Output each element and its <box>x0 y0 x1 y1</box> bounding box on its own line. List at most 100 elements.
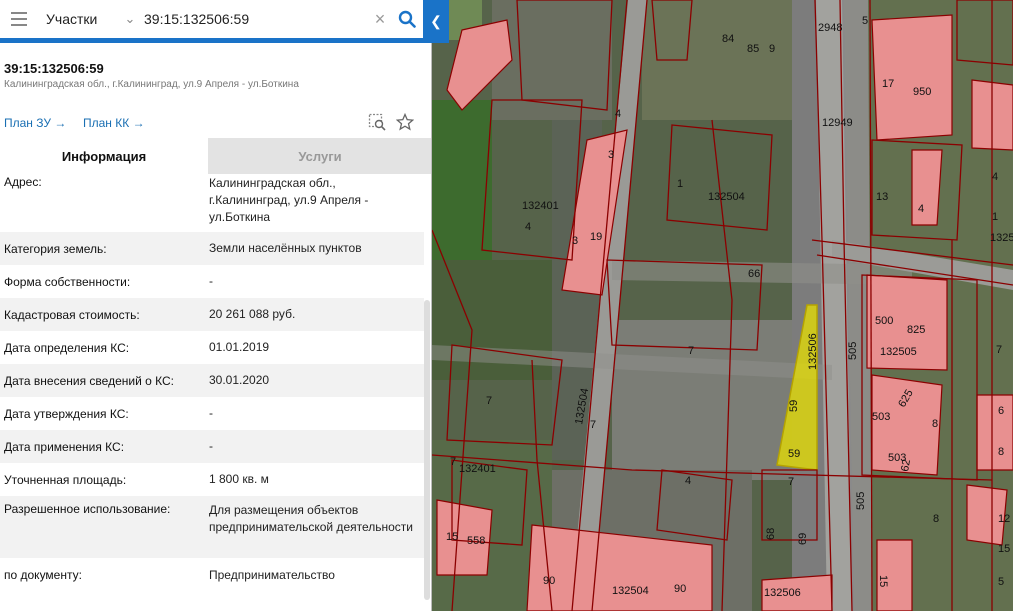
info-key: по документу: <box>4 568 82 582</box>
zoom-to-object-icon[interactable] <box>368 113 386 134</box>
info-row-by-document: по документу: Предпринимательство <box>0 558 424 592</box>
plan-zu-link[interactable]: План ЗУ → <box>4 116 66 130</box>
map-label: 66 <box>748 268 760 280</box>
search-underline <box>0 38 423 43</box>
tab-services[interactable]: Услуги <box>208 138 431 174</box>
info-key: Кадастровая стоимость: <box>4 307 140 322</box>
scrollbar[interactable] <box>424 300 430 600</box>
map-label: 59 <box>788 448 800 460</box>
info-row-application-date: Дата применения КС: - <box>0 430 424 463</box>
map-label: 132506 <box>807 333 819 370</box>
info-row-land-category: Категория земель: Земли населённых пункт… <box>0 232 424 265</box>
map-label: 5 <box>862 15 868 27</box>
map-label: 505 <box>847 342 859 360</box>
info-row-permitted-use: Разрешенное использование: Для размещени… <box>0 496 424 558</box>
info-value: Калининградская обл., г.Калининград, ул.… <box>209 176 369 224</box>
info-value: Для размещения объектов предпринимательс… <box>209 503 413 534</box>
map-label: 62 <box>899 458 913 472</box>
map-label: 950 <box>913 86 931 98</box>
map-label: 17 <box>882 78 894 90</box>
map-label: 132401 <box>522 200 559 212</box>
map-label: 7 <box>788 476 794 488</box>
info-key: Дата применения КС: <box>4 439 125 454</box>
map-label: 84 <box>722 33 734 45</box>
info-key: Категория земель: <box>4 241 107 256</box>
tool-icons <box>368 112 415 134</box>
info-key: Уточненная площадь: <box>4 472 127 487</box>
map-label: 825 <box>907 324 925 336</box>
info-value: 30.01.2020 <box>209 373 270 387</box>
map-label: 15 <box>877 575 889 587</box>
map-label: 13 <box>876 191 888 203</box>
info-row-entry-date: Дата внесения сведений о КС: 30.01.2020 <box>0 364 424 397</box>
search-bar: Участки ⌄ 39:15:132506:59 × <box>0 0 423 38</box>
map-canvas[interactable]: 2948 5 84 85 9 4 3 17 950 12949 1 132504… <box>432 0 1013 611</box>
info-value: Предпринимательство <box>209 567 335 582</box>
map-label: 500 <box>875 315 893 327</box>
info-row-approval-date: Дата утверждения КС: - <box>0 397 424 430</box>
info-row-area: Уточненная площадь: 1 800 кв. м <box>0 463 424 496</box>
map-label: 7 <box>688 345 694 357</box>
hamburger-menu-icon[interactable] <box>0 0 38 38</box>
cadastral-map[interactable]: 2948 5 84 85 9 4 3 17 950 12949 1 132504… <box>432 0 1013 611</box>
map-label: 90 <box>543 575 555 587</box>
map-label: 19 <box>590 231 602 243</box>
search-input[interactable]: 39:15:132506:59 <box>140 11 369 27</box>
map-label: 1325 <box>990 232 1013 244</box>
info-key: Дата определения КС: <box>4 340 130 355</box>
map-label: 3 <box>572 235 578 247</box>
layer-select[interactable]: Участки <box>38 11 120 27</box>
info-key: Адрес: <box>4 175 42 189</box>
map-label: 132504 <box>612 585 649 597</box>
map-label: 15 <box>998 543 1010 555</box>
info-value: 1 800 кв. м <box>209 472 269 486</box>
map-label: 4 <box>992 171 998 183</box>
map-label: 132506 <box>764 587 801 599</box>
map-label: 132505 <box>880 346 917 358</box>
map-label: 4 <box>525 221 531 233</box>
map-label: 505 <box>855 492 867 510</box>
map-label: 7 <box>996 344 1002 356</box>
info-row-value-date: Дата определения КС: 01.01.2019 <box>0 331 424 364</box>
map-label: 7 <box>590 419 596 431</box>
info-row-ownership: Форма собственности: - <box>0 265 424 298</box>
map-label: 132504 <box>708 191 745 203</box>
map-label: 8 <box>932 418 938 430</box>
star-icon[interactable] <box>395 112 415 134</box>
map-label: 85 <box>747 43 759 55</box>
map-label: 2948 <box>818 22 842 34</box>
info-key: Дата внесения сведений о КС: <box>4 373 174 388</box>
info-value: - <box>209 439 213 453</box>
map-label: 1 <box>677 178 683 190</box>
clear-icon[interactable]: × <box>369 9 391 30</box>
map-label: 8 <box>998 446 1004 458</box>
info-key: Дата утверждения КС: <box>4 406 129 421</box>
map-label: 6 <box>998 405 1004 417</box>
map-label: 4 <box>685 475 691 487</box>
map-label: 132401 <box>459 463 496 475</box>
info-row-cadastral-value: Кадастровая стоимость: 20 261 088 руб. <box>0 298 424 331</box>
map-label: 12 <box>998 513 1010 525</box>
map-label: 12949 <box>822 117 853 129</box>
info-key: Форма собственности: <box>4 274 131 289</box>
map-label: 5 <box>998 576 1004 588</box>
info-value: 20 261 088 руб. <box>209 307 296 321</box>
map-label: 4 <box>918 203 924 215</box>
map-label: 68 <box>765 528 777 540</box>
plan-kk-link[interactable]: План КК → <box>83 116 145 130</box>
info-key: Разрешенное использование: <box>4 502 171 516</box>
map-label: 7 <box>486 395 492 407</box>
tabs: Информация Услуги <box>0 138 431 174</box>
map-label: 7 <box>450 456 456 468</box>
map-label: 8 <box>933 513 939 525</box>
map-label: 1 <box>992 211 998 223</box>
chevron-down-icon[interactable]: ⌄ <box>120 11 140 27</box>
map-label: 90 <box>674 583 686 595</box>
collapse-panel-button[interactable]: ❮ <box>423 0 449 43</box>
map-label: 503 <box>872 411 890 423</box>
info-value: 01.01.2019 <box>209 340 270 354</box>
object-address: Калининградская обл., г.Калининград, ул.… <box>4 79 299 90</box>
tab-information[interactable]: Информация <box>0 138 208 174</box>
search-icon[interactable] <box>391 10 423 28</box>
chevron-left-icon: ❮ <box>430 13 442 29</box>
